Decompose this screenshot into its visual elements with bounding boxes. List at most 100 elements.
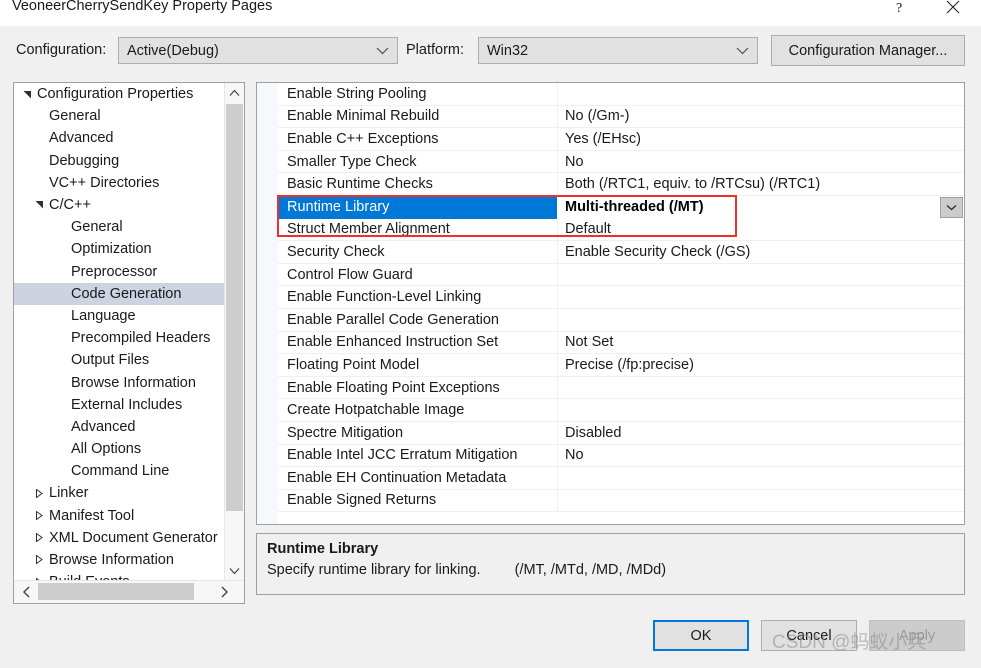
property-row[interactable]: Enable C++ Exceptions Yes (/EHsc) xyxy=(278,128,964,151)
tree-item-code-generation[interactable]: Code Generation xyxy=(14,282,224,305)
twisty-expanded-icon[interactable] xyxy=(32,194,46,216)
tree-item-label: General xyxy=(71,219,123,236)
property-value[interactable]: No xyxy=(565,154,584,170)
tree-item-general[interactable]: General xyxy=(14,216,224,238)
tree-item-label: Preprocessor xyxy=(71,263,158,280)
property-name: Smaller Type Check xyxy=(287,153,417,170)
twisty-collapsed-icon[interactable] xyxy=(32,549,46,571)
ok-button[interactable]: OK xyxy=(653,620,749,651)
property-row[interactable]: Spectre Mitigation Disabled xyxy=(278,421,964,445)
property-name: Security Check xyxy=(287,243,385,260)
configuration-dropdown[interactable]: Active(Debug) xyxy=(118,37,398,64)
tree-item-external-includes[interactable]: External Includes xyxy=(14,394,224,416)
property-value[interactable]: No (/Gm-) xyxy=(565,108,629,124)
property-value[interactable]: Enable Security Check (/GS) xyxy=(565,244,750,260)
tree-item-advanced[interactable]: Advanced xyxy=(14,127,224,149)
svg-text:?: ? xyxy=(896,1,902,15)
property-value[interactable]: Default xyxy=(565,221,611,237)
property-row[interactable]: Struct Member Alignment Default xyxy=(278,218,964,242)
configuration-manager-button[interactable]: Configuration Manager... xyxy=(771,35,965,66)
tree-item-command-line[interactable]: Command Line xyxy=(14,460,224,482)
property-row[interactable]: Enable EH Continuation Metadata xyxy=(278,467,964,490)
property-row[interactable]: Enable Minimal Rebuild No (/Gm-) xyxy=(278,105,964,129)
tree-item-build-events[interactable]: Build Events xyxy=(14,571,224,580)
property-row[interactable]: Floating Point Model Precise (/fp:precise… xyxy=(278,354,964,377)
property-row[interactable]: Enable String Pooling xyxy=(278,83,964,106)
tree-item-label: All Options xyxy=(71,441,142,458)
tree-item-manifest-tool[interactable]: Manifest Tool xyxy=(14,505,224,527)
tree-horizontal-scrollbar[interactable] xyxy=(14,580,244,603)
property-row[interactable]: Enable Signed Returns xyxy=(278,489,964,513)
tree-item-linker[interactable]: Linker xyxy=(14,482,224,504)
tree-hscrollbar-thumb[interactable] xyxy=(38,583,194,600)
close-icon[interactable] xyxy=(930,0,976,22)
configuration-properties-tree[interactable]: Configuration Properties General Advanced D… xyxy=(13,82,245,604)
property-value[interactable]: No xyxy=(565,447,584,463)
tree-item-output-files[interactable]: Output Files xyxy=(14,349,224,371)
property-row[interactable]: Smaller Type Check No xyxy=(278,150,964,174)
help-icon[interactable]: ? xyxy=(878,0,924,22)
grid-rows: Enable String Pooling Enable Minimal Rebu… xyxy=(278,83,964,513)
tree-scrollbar-thumb[interactable] xyxy=(226,104,243,511)
property-value[interactable]: Multi-threaded (/MT) xyxy=(565,199,704,215)
tree-item-configuration-properties[interactable]: Configuration Properties xyxy=(14,83,224,105)
tree-item-label: VC++ Directories xyxy=(49,174,160,191)
property-name: Enable Parallel Code Generation xyxy=(287,311,499,328)
property-row[interactable]: Enable Parallel Code Generation xyxy=(278,308,964,332)
property-row[interactable]: Control Flow Guard xyxy=(278,263,964,287)
property-value[interactable]: Disabled xyxy=(565,425,621,441)
tree-item-all-options[interactable]: All Options xyxy=(14,438,224,460)
column-divider xyxy=(557,399,558,421)
tree-item-vc-directories[interactable]: VC++ Directories xyxy=(14,172,224,194)
chevron-down-icon xyxy=(376,38,389,63)
column-divider xyxy=(557,331,558,354)
tree-item-browse-information[interactable]: Browse Information xyxy=(14,549,224,571)
twisty-collapsed-icon[interactable] xyxy=(32,571,46,580)
platform-dropdown[interactable]: Win32 xyxy=(478,37,758,64)
column-divider xyxy=(557,218,558,241)
tree-item-c-c[interactable]: C/C++ xyxy=(14,194,224,216)
tree-item-debugging[interactable]: Debugging xyxy=(14,150,224,172)
tree-item-label: Code Generation xyxy=(71,285,182,302)
value-dropdown-button[interactable] xyxy=(940,196,963,218)
property-row[interactable]: Basic Runtime Checks Both (/RTC1, equiv. … xyxy=(278,173,964,196)
scroll-down-icon[interactable] xyxy=(225,561,244,580)
cancel-button[interactable]: Cancel xyxy=(761,620,857,651)
property-grid[interactable]: Enable String Pooling Enable Minimal Rebu… xyxy=(256,82,965,525)
property-row[interactable]: Create Hotpatchable Image xyxy=(278,399,964,422)
twisty-expanded-icon[interactable] xyxy=(20,83,34,105)
tree-item-preprocessor[interactable]: Preprocessor xyxy=(14,261,224,283)
tree-item-precompiled-headers[interactable]: Precompiled Headers xyxy=(14,327,224,349)
description-text-row: Specify runtime library for linking. (/M… xyxy=(267,562,666,578)
property-name: Enable String Pooling xyxy=(287,85,427,102)
property-value[interactable]: Not Set xyxy=(565,334,613,350)
chevron-down-icon xyxy=(736,38,749,63)
property-row[interactable]: Enable Function-Level Linking xyxy=(278,286,964,309)
tree-item-label: Advanced xyxy=(71,418,136,435)
tree-item-advanced[interactable]: Advanced xyxy=(14,416,224,438)
property-row[interactable]: Security Check Enable Security Check (/GS… xyxy=(278,241,964,264)
property-row[interactable]: Enable Intel JCC Erratum Mitigation No xyxy=(278,444,964,468)
description-title: Runtime Library xyxy=(267,541,379,557)
tree-item-language[interactable]: Language xyxy=(14,305,224,327)
tree-item-xml-document-generator[interactable]: XML Document Generator xyxy=(14,527,224,549)
scroll-right-icon[interactable] xyxy=(214,581,234,602)
property-value[interactable]: Precise (/fp:precise) xyxy=(565,357,694,373)
property-name: Enable Function-Level Linking xyxy=(287,289,482,306)
tree-item-label: Advanced xyxy=(49,130,114,147)
tree-vertical-scrollbar[interactable] xyxy=(224,83,244,580)
property-value[interactable]: Both (/RTC1, equiv. to /RTCsu) (/RTC1) xyxy=(565,176,820,192)
tree-item-general[interactable]: General xyxy=(14,105,224,127)
property-value[interactable]: Yes (/EHsc) xyxy=(565,131,641,147)
property-row[interactable]: Runtime Library Multi-threaded (/MT) xyxy=(278,195,964,219)
property-row[interactable]: Enable Floating Point Exceptions xyxy=(278,376,964,400)
scroll-up-icon[interactable] xyxy=(225,83,244,102)
property-pages-dialog: VeoneerCherrySendKey Property Pages ? Co… xyxy=(0,0,981,668)
twisty-collapsed-icon[interactable] xyxy=(32,505,46,527)
tree-item-optimization[interactable]: Optimization xyxy=(14,238,224,260)
tree-item-browse-information[interactable]: Browse Information xyxy=(14,371,224,393)
property-row[interactable]: Enable Enhanced Instruction Set Not Set xyxy=(278,331,964,355)
twisty-collapsed-icon[interactable] xyxy=(32,482,46,504)
scroll-left-icon[interactable] xyxy=(16,581,36,602)
twisty-collapsed-icon[interactable] xyxy=(32,527,46,549)
